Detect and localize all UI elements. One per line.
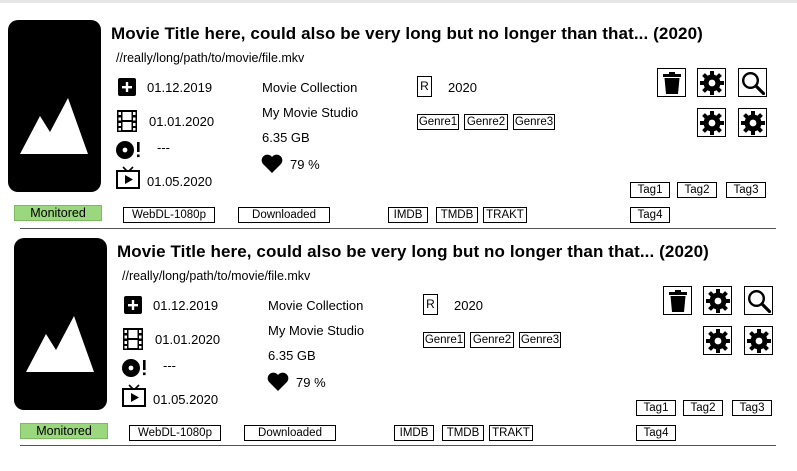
tag-badge[interactable]: Tag1 bbox=[630, 182, 670, 198]
release-date: 01.01.2020 bbox=[149, 114, 215, 129]
tag-badge[interactable]: Tag1 bbox=[636, 400, 676, 416]
gear-icon bbox=[699, 110, 724, 135]
collection-name[interactable]: Movie Collection bbox=[262, 80, 357, 95]
heart-icon bbox=[267, 372, 289, 391]
tv-play-icon bbox=[116, 166, 140, 189]
movie-title[interactable]: Movie Title here, could also be very lon… bbox=[111, 24, 703, 44]
movie-poster[interactable] bbox=[14, 238, 107, 410]
movie-year: 2020 bbox=[448, 80, 477, 95]
image-placeholder-icon bbox=[20, 98, 88, 154]
certification-badge: R bbox=[417, 76, 432, 97]
settings-button[interactable] bbox=[738, 108, 767, 137]
tmdb-link[interactable]: TMDB bbox=[442, 425, 484, 441]
monitored-badge[interactable]: Monitored bbox=[20, 423, 108, 439]
rating-value: 79 % bbox=[296, 375, 326, 390]
movie-poster[interactable] bbox=[8, 20, 101, 192]
tag-badge[interactable]: Tag4 bbox=[636, 425, 676, 441]
search-button[interactable] bbox=[744, 286, 773, 315]
plus-square-icon bbox=[118, 78, 136, 96]
digital-date: --- bbox=[163, 358, 176, 373]
delete-button[interactable] bbox=[663, 286, 692, 315]
card-divider bbox=[20, 445, 776, 446]
rating-value: 79 % bbox=[290, 157, 320, 172]
settings-button[interactable] bbox=[744, 326, 773, 355]
file-size: 6.35 GB bbox=[262, 130, 310, 145]
tag-badge[interactable]: Tag3 bbox=[726, 182, 766, 198]
tag-badge[interactable]: Tag2 bbox=[683, 400, 723, 416]
gear-icon bbox=[705, 328, 730, 353]
genre-tag[interactable]: Genre3 bbox=[519, 332, 561, 348]
trash-icon bbox=[668, 289, 687, 312]
tv-play-icon bbox=[122, 384, 146, 407]
movie-year: 2020 bbox=[454, 298, 483, 313]
film-icon bbox=[123, 328, 143, 350]
movie-path: //really/long/path/to/movie/file.mkv bbox=[116, 51, 305, 65]
search-icon bbox=[741, 71, 765, 95]
film-icon bbox=[117, 110, 137, 132]
release-date: 01.01.2020 bbox=[155, 332, 221, 347]
search-icon bbox=[747, 289, 771, 313]
added-date: 01.12.2019 bbox=[153, 298, 219, 313]
physical-date: 01.05.2020 bbox=[147, 174, 213, 189]
heart-icon bbox=[261, 154, 283, 173]
genre-tag[interactable]: Genre1 bbox=[423, 332, 465, 348]
movie-card: Movie Title here, could also be very lon… bbox=[6, 218, 797, 441]
studio-name: My Movie Studio bbox=[268, 323, 365, 338]
gear-icon bbox=[746, 328, 771, 353]
digital-date: --- bbox=[157, 140, 170, 155]
collection-name[interactable]: Movie Collection bbox=[268, 298, 363, 313]
imdb-link[interactable]: IMDB bbox=[394, 425, 434, 441]
disc-icon bbox=[122, 359, 146, 377]
genre-tag[interactable]: Genre3 bbox=[513, 114, 555, 130]
delete-button[interactable] bbox=[657, 68, 686, 97]
physical-date: 01.05.2020 bbox=[153, 392, 219, 407]
certification-badge: R bbox=[423, 294, 438, 315]
trash-icon bbox=[662, 71, 681, 94]
gear-icon bbox=[699, 70, 724, 95]
image-placeholder-icon bbox=[26, 316, 94, 372]
settings-button[interactable] bbox=[703, 286, 732, 315]
file-size: 6.35 GB bbox=[268, 348, 316, 363]
settings-button[interactable] bbox=[697, 108, 726, 137]
tag-badge[interactable]: Tag2 bbox=[677, 182, 717, 198]
movie-card: Movie Title here, could also be very lon… bbox=[0, 0, 797, 223]
studio-name: My Movie Studio bbox=[262, 105, 359, 120]
added-date: 01.12.2019 bbox=[147, 80, 213, 95]
quality-badge: WebDL-1080p bbox=[129, 425, 221, 441]
genre-tag[interactable]: Genre2 bbox=[470, 332, 514, 348]
gear-icon bbox=[740, 110, 765, 135]
settings-button[interactable] bbox=[703, 326, 732, 355]
movie-path: //really/long/path/to/movie/file.mkv bbox=[122, 269, 311, 283]
file-status-badge: Downloaded bbox=[244, 425, 336, 441]
genre-tag[interactable]: Genre2 bbox=[464, 114, 508, 130]
settings-button[interactable] bbox=[697, 68, 726, 97]
trakt-link[interactable]: TRAKT bbox=[489, 425, 533, 441]
plus-square-icon bbox=[124, 296, 142, 314]
gear-icon bbox=[705, 288, 730, 313]
genre-tag[interactable]: Genre1 bbox=[417, 114, 459, 130]
movie-title[interactable]: Movie Title here, could also be very lon… bbox=[117, 242, 709, 262]
disc-icon bbox=[116, 141, 140, 159]
search-button[interactable] bbox=[738, 68, 767, 97]
tag-badge[interactable]: Tag3 bbox=[732, 400, 772, 416]
